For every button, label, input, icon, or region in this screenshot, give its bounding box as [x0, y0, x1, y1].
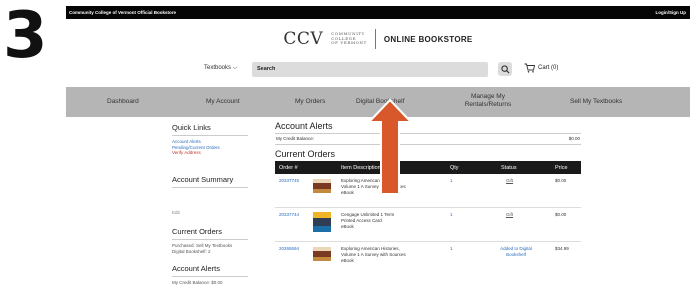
col-order: Order #	[279, 165, 298, 171]
edit-link[interactable]: Edit	[172, 210, 248, 216]
nav-manage-rentals-line1: Manage My	[471, 93, 505, 100]
book-cover-image	[313, 247, 331, 261]
item-status[interactable]: Gift	[506, 178, 513, 184]
item-status-line2[interactable]: Bookshelf	[493, 252, 539, 258]
book-cover-image	[313, 212, 331, 232]
item-qty: 1	[450, 246, 453, 251]
item-status-line1[interactable]: Added to Digital	[493, 246, 539, 252]
search-row: Textbooks ⌵ Search Cart (0)	[66, 59, 690, 81]
left-sidebar: Quick Links Account Alerts Pending/Curre…	[172, 123, 248, 286]
search-icon	[500, 64, 510, 74]
current-orders-title: Current Orders	[275, 149, 336, 159]
order-number[interactable]: 20337745	[279, 178, 299, 184]
quick-link-verify-address[interactable]: Verify Address	[172, 150, 248, 156]
store-name: Community College of Vermont Official Bo…	[69, 10, 177, 15]
tutorial-step: 3 Community College of Vermont Official …	[0, 0, 690, 294]
nav-manage-rentals[interactable]: Manage My Rentals/Returns	[458, 93, 518, 109]
ccv-logo[interactable]: CCV	[283, 29, 323, 49]
quick-links-heading: Quick Links	[172, 123, 211, 132]
item-desc-line3: eBook	[341, 224, 354, 229]
account-alerts-heading: Account Alerts	[172, 264, 220, 273]
table-row: 20337745 Exploring American Histories, V…	[275, 174, 581, 208]
cart-label: Cart (0)	[538, 65, 559, 71]
cart-link[interactable]: Cart (0)	[524, 63, 558, 73]
textbooks-dropdown[interactable]: Textbooks ⌵	[204, 65, 237, 72]
col-status: Status	[501, 165, 517, 171]
online-bookstore-title: ONLINE BOOKSTORE	[383, 34, 473, 44]
college-name-line3: OF VERMONT	[331, 40, 367, 46]
brand-header: CCV COMMUNITY COLLEGE OF VERMONT ONLINE …	[66, 19, 690, 59]
item-price: $0.00	[555, 178, 567, 183]
current-orders-heading: Current Orders	[172, 227, 223, 236]
order-number[interactable]: 20265594	[279, 246, 299, 252]
col-qty: Qty	[450, 165, 459, 171]
account-summary-heading: Account Summary	[172, 174, 234, 184]
search-input[interactable]: Search	[252, 62, 488, 77]
item-desc-line3: eBook	[341, 190, 354, 195]
orders-table-header: Order # Item Description Qty Status Pric…	[275, 161, 581, 174]
credit-balance-row: My Credit Balance: $0.00	[275, 133, 581, 145]
main-content: Account Alerts My Credit Balance: $0.00 …	[275, 121, 581, 276]
item-status[interactable]: Gift	[506, 212, 513, 218]
nav-manage-rentals-line2: Rentals/Returns	[464, 101, 512, 108]
col-price: Price	[555, 165, 568, 171]
item-qty: 1	[450, 178, 453, 183]
book-cover-image	[313, 179, 331, 193]
nav-my-orders[interactable]: My Orders	[295, 98, 325, 106]
login-link[interactable]: Login/Sign Up	[656, 10, 687, 15]
credit-label: My Credit Balance:	[276, 136, 315, 141]
cart-icon	[524, 63, 535, 73]
item-price: $34.99	[555, 246, 569, 251]
item-price: $0.00	[555, 212, 567, 217]
bookstore-screenshot: Community College of Vermont Official Bo…	[66, 6, 690, 294]
item-qty: 1	[450, 212, 453, 217]
current-orders-digital: Digital Bookshelf: 2	[172, 248, 211, 254]
nav-dashboard[interactable]: Dashboard	[107, 98, 139, 106]
search-button[interactable]	[498, 62, 512, 76]
college-name: COMMUNITY COLLEGE OF VERMONT	[331, 31, 367, 46]
table-row: 20265594 Exploring American Histories, V…	[275, 242, 581, 276]
item-desc-line1: Cengage Unlimited 1 Term	[341, 212, 395, 217]
nav-sell-textbooks[interactable]: Sell My Textbooks	[570, 98, 622, 106]
credit-value: $0.00	[568, 136, 580, 141]
item-desc-line2: Volume 1 A Survey with Sources	[341, 252, 406, 257]
divider	[172, 276, 248, 277]
arrow-up-icon	[367, 98, 413, 194]
credit-balance-line: My Credit Balance: $0.00	[172, 280, 223, 285]
account-alerts-title: Account Alerts	[275, 121, 333, 131]
divider	[172, 135, 248, 136]
step-number: 3	[3, 0, 48, 73]
chevron-down-icon: ⌵	[232, 65, 238, 71]
table-row: 20337744 Cengage Unlimited 1 Term Printe…	[275, 208, 581, 242]
item-desc-line3: eBook	[341, 258, 354, 263]
divider	[172, 186, 248, 188]
item-desc-line1: Exploring American Histories,	[341, 246, 400, 251]
logo-divider	[374, 29, 376, 49]
textbooks-label: Textbooks	[204, 65, 232, 71]
top-bar: Community College of Vermont Official Bo…	[66, 6, 690, 19]
item-desc-line2: Printed Access Card	[341, 218, 382, 223]
order-number[interactable]: 20337744	[279, 212, 299, 218]
nav-my-account[interactable]: My Account	[206, 98, 240, 106]
divider	[172, 239, 248, 240]
